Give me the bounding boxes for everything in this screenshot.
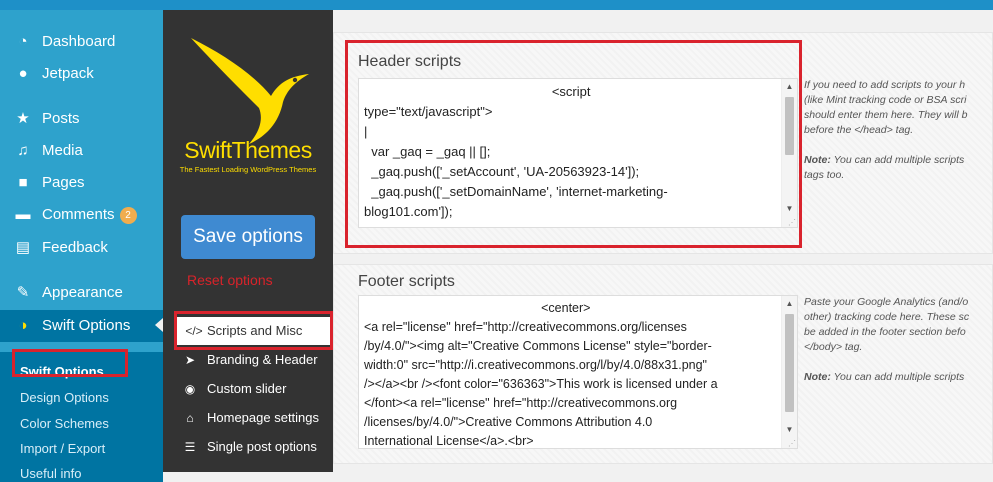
main-content: Header scripts <script type="text/javasc… [333,10,993,472]
textarea-scrollbar[interactable]: ▲ ▼ [781,79,797,227]
home-icon: ⌂ [186,411,194,425]
swift-bird-icon: ◑ [18,317,28,334]
scroll-up-icon[interactable]: ▲ [782,82,797,91]
wp-menu-comments[interactable]: ▬ Comments 2 [0,200,163,230]
wp-menu-label: Feedback [42,239,108,256]
wp-menu-label: Media [42,142,83,159]
wp-menu-swift-options[interactable]: ◑ Swift Options [0,310,163,342]
note-label: Note: [804,154,831,166]
code-icon: </> [185,324,203,338]
menu-label: Single post options [207,439,317,454]
swift-bird-logo [191,38,309,144]
scrollbar-thumb[interactable] [785,314,794,412]
header-scripts-title: Header scripts [358,53,462,70]
wp-menu-label: Dashboard [42,33,116,50]
header-scripts-section: Header scripts <script type="text/javasc… [333,32,993,254]
menu-label: Homepage settings [207,410,320,425]
note-label: Note: [804,371,831,383]
wp-menu-jetpack[interactable]: ● Jetpack [0,59,163,89]
pages-icon: ■ [18,174,28,191]
wp-menu-label: Jetpack [42,65,94,82]
top-bar [0,0,993,10]
rocket-icon: ➤ [184,353,196,367]
pushpin-icon: ★ [16,110,30,127]
note-text: You can add multiple scripts [830,371,965,383]
menu-custom-slider[interactable]: ◉ Custom slider [181,375,333,403]
scroll-up-icon[interactable]: ▲ [782,299,797,308]
dashboard-icon: ◔ [18,33,28,50]
help-line: </body> tag. [804,341,863,353]
help-line: other) tracking code here. These sc [804,311,970,323]
scrollbar-thumb[interactable] [785,97,794,155]
help-line: (like Mint tracking code or BSA scri [804,94,967,106]
help-line: Paste your Google Analytics (and/o [804,296,969,308]
footer-scripts-value: <center> <a rel="license" href="http://c… [364,301,718,448]
textarea-scrollbar[interactable]: ▲ ▼ [781,296,797,448]
document-icon: ☰ [184,440,196,454]
wp-menu-label: Comments [42,206,115,223]
note-text: You can add multiple scripts [830,154,965,166]
footer-scripts-title: Footer scripts [358,273,455,290]
menu-label: Custom slider [207,381,287,396]
menu-label: Branding & Header [207,352,318,367]
active-arrow-icon [155,318,163,332]
brand-name: SwiftThemes [184,137,312,163]
note-text-2: tags too. [804,169,845,181]
comment-icon: ▬ [15,206,31,223]
wp-menu-posts[interactable]: ★ Posts [0,104,163,134]
menu-label: Scripts and Misc [207,323,303,338]
wp-submenu-useful-info[interactable]: Useful info [20,466,81,482]
save-options-button[interactable]: Save options [181,215,315,259]
menu-scripts-and-misc[interactable]: </> Scripts and Misc [177,317,333,345]
wp-admin-sidebar: ◔ Dashboard ● Jetpack ★ Posts ♫ Media ■ … [0,10,163,482]
menu-single-post-options[interactable]: ☰ Single post options [181,433,333,461]
scroll-down-icon[interactable]: ▼ [782,425,797,434]
header-scripts-help: If you need to add scripts to your h (li… [804,78,993,183]
wp-menu-label: Appearance [42,284,123,301]
wp-menu-feedback[interactable]: ▤ Feedback [0,233,163,263]
help-line: before the </head> tag. [804,124,914,136]
resize-grip-icon[interactable]: ⋰ [788,439,796,448]
header-scripts-value: <script type="text/javascript"> | var _g… [364,84,668,219]
media-icon: ♫ [17,142,29,159]
wp-submenu-import-export[interactable]: Import / Export [20,441,105,457]
brand-tagline: The Fastest Loading WordPress Themes [179,165,317,174]
slider-icon: ◉ [184,382,196,396]
footer-scripts-help: Paste your Google Analytics (and/o other… [804,295,993,385]
wp-menu-label: Pages [42,174,85,191]
reset-options-link[interactable]: Reset options [187,272,273,288]
wp-submenu-swift-options[interactable]: Swift Options [20,364,104,380]
feedback-icon: ▤ [15,239,31,256]
wp-menu-label: Posts [42,110,80,127]
comment-count-badge: 2 [119,207,137,224]
wp-submenu: Swift Options Design Options Color Schem… [0,352,163,482]
wp-menu-dashboard[interactable]: ◔ Dashboard [0,27,163,57]
menu-branding-header[interactable]: ➤ Branding & Header [181,346,333,374]
footer-scripts-textarea[interactable]: <center> <a rel="license" href="http://c… [358,295,798,449]
paintbrush-icon: ✎ [16,284,30,301]
footer-scripts-section: Footer scripts <center> <a rel="license"… [333,264,993,464]
help-line: be added in the footer section befo [804,326,966,338]
wp-menu-label: Swift Options [42,317,131,334]
wp-submenu-color-schemes[interactable]: Color Schemes [20,416,109,432]
wp-menu-media[interactable]: ♫ Media [0,136,163,166]
help-line: If you need to add scripts to your h [804,79,966,91]
header-scripts-textarea[interactable]: <script type="text/javascript"> | var _g… [358,78,798,228]
wp-menu-pages[interactable]: ■ Pages [0,168,163,198]
menu-homepage-settings[interactable]: ⌂ Homepage settings [181,404,333,432]
resize-grip-icon[interactable]: ⋰ [788,218,796,227]
swift-options-panel: SwiftThemes The Fastest Loading WordPres… [163,10,333,472]
wp-menu-appearance[interactable]: ✎ Appearance [0,278,163,308]
help-note: Note: You can add multiple scripts [804,153,993,168]
wp-submenu-design-options[interactable]: Design Options [20,390,109,406]
help-line: should enter them here. They will b [804,109,968,121]
help-note: Note: You can add multiple scripts [804,370,993,385]
scroll-down-icon[interactable]: ▼ [782,204,797,213]
jetpack-icon: ● [18,65,28,82]
